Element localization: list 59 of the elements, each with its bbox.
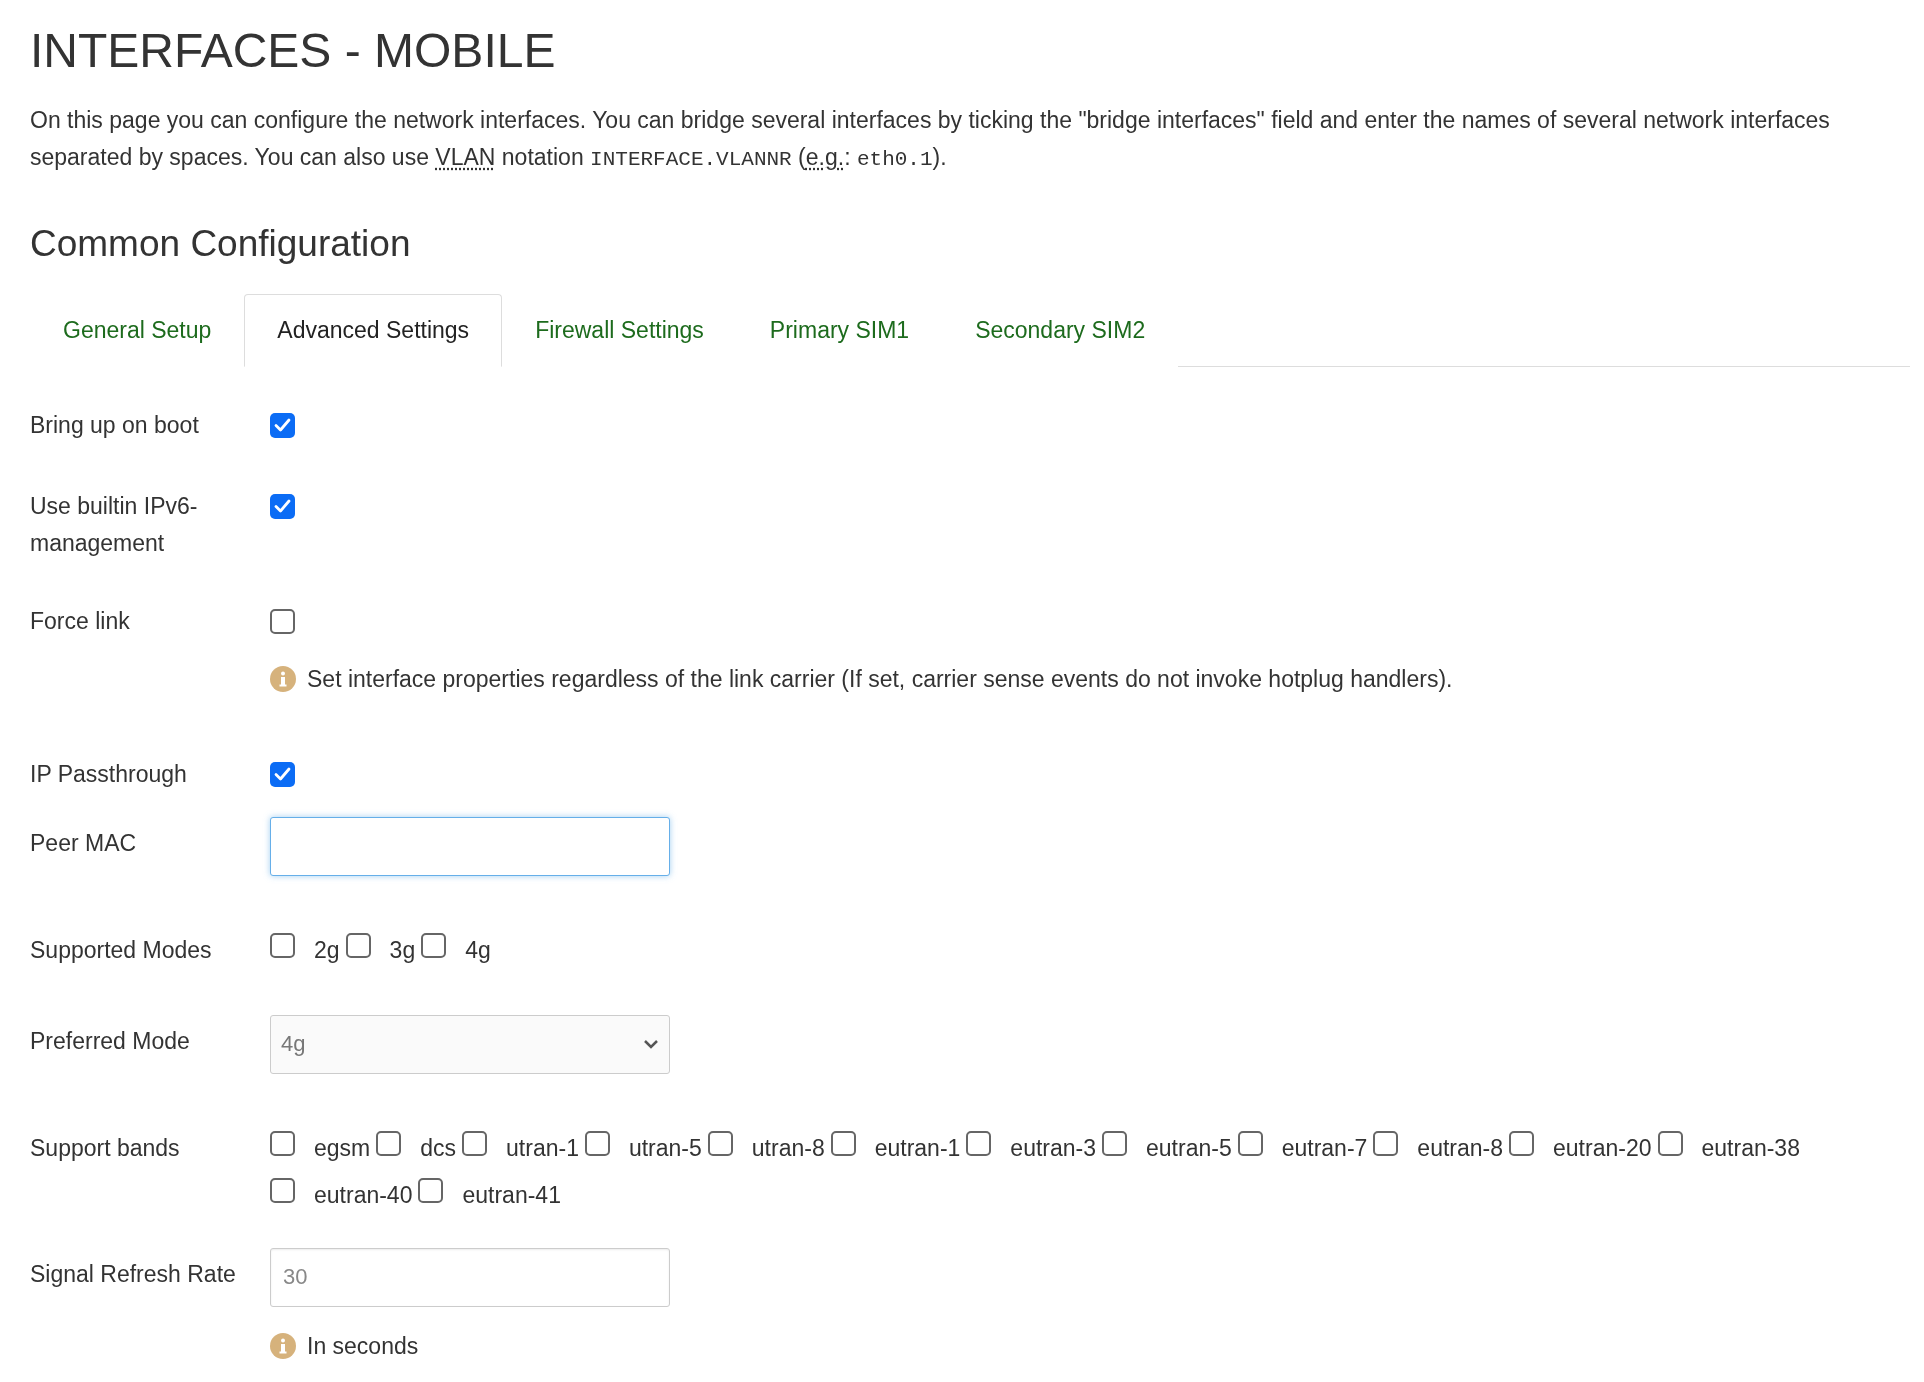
checkbox[interactable] — [270, 1131, 295, 1156]
option-label: eutran-40 — [314, 1182, 413, 1209]
field-label: Bring up on boot — [30, 411, 200, 440]
field-label: Signal Refresh Rate — [30, 1260, 237, 1289]
option-label: eutran-41 — [462, 1182, 561, 1209]
option-label: 2g — [314, 937, 340, 964]
chevron-down-icon — [643, 1039, 659, 1050]
field-label: Force link — [30, 607, 131, 636]
option-label: 3g — [389, 937, 416, 964]
info-icon — [270, 1333, 296, 1359]
field-label: Supported Modes — [30, 936, 213, 965]
option-label: eutran-5 — [1146, 1135, 1232, 1162]
help-text: In seconds — [307, 1332, 419, 1361]
checkbox[interactable] — [1657, 1131, 1683, 1156]
option-label: eutran-8 — [1417, 1135, 1504, 1162]
option-label: eutran-38 — [1701, 1135, 1800, 1162]
checkbox[interactable] — [270, 933, 295, 958]
checkbox[interactable] — [270, 609, 295, 634]
option-label: egsm — [314, 1135, 371, 1162]
text-field[interactable] — [270, 817, 670, 876]
field-label: Use builtin IPv6-management — [30, 492, 199, 558]
checkbox[interactable] — [1373, 1131, 1399, 1156]
option-label: utran-1 — [506, 1135, 579, 1162]
checkbox[interactable] — [830, 1131, 856, 1156]
checkbox[interactable] — [270, 494, 295, 519]
info-icon — [270, 666, 296, 692]
tab[interactable]: Advanced Settings — [244, 294, 503, 367]
checkbox[interactable] — [418, 1178, 444, 1203]
option-label: eutran-7 — [1281, 1135, 1368, 1162]
option-label: 4g — [465, 937, 491, 964]
checkbox[interactable] — [1509, 1131, 1535, 1156]
help-text: Set interface properties regardless of the link carrier (If set, carrier sense events do not invoke hotplug handlers). — [307, 665, 1453, 694]
page-title: INTERFACES - MOBILE — [30, 23, 557, 79]
option-label: eutran-3 — [1010, 1135, 1096, 1162]
option-label: utran-8 — [751, 1135, 825, 1162]
checkbox[interactable] — [421, 933, 447, 958]
option-label: utran-5 — [628, 1135, 702, 1162]
checkbox[interactable] — [462, 1131, 488, 1156]
text-field[interactable]: 30 — [270, 1248, 670, 1307]
checkbox[interactable] — [584, 1131, 610, 1156]
checkbox[interactable] — [270, 413, 295, 438]
checkbox[interactable] — [1237, 1131, 1263, 1156]
checkbox[interactable] — [376, 1131, 402, 1156]
field-label: Preferred Mode — [30, 1027, 191, 1056]
checkbox[interactable] — [270, 762, 295, 787]
checkbox[interactable] — [707, 1131, 733, 1156]
checkbox[interactable] — [1102, 1131, 1127, 1156]
checkbox[interactable] — [966, 1131, 992, 1156]
option-label: eutran-1 — [874, 1135, 961, 1162]
field-label: Peer MAC — [30, 829, 138, 858]
field-label: IP Passthrough — [30, 760, 188, 789]
section-title: Common Configuration — [30, 221, 412, 266]
option-label: eutran-20 — [1553, 1135, 1652, 1162]
dropdown[interactable]: 4g — [270, 1015, 670, 1074]
checkbox[interactable] — [345, 933, 371, 958]
option-label: dcs — [420, 1135, 457, 1162]
checkbox[interactable] — [270, 1178, 295, 1203]
description-text: On this page you can configure the network interfaces. You can bridge several interfaces by ticking the "bridge interfaces" field and enter the names of several network interfaces separated by spaces. You can also use VLAN notation INTERFACE.VLANNR (e.g.: eth0.1). — [30, 105, 1831, 173]
field-label: Support bands — [30, 1134, 181, 1163]
